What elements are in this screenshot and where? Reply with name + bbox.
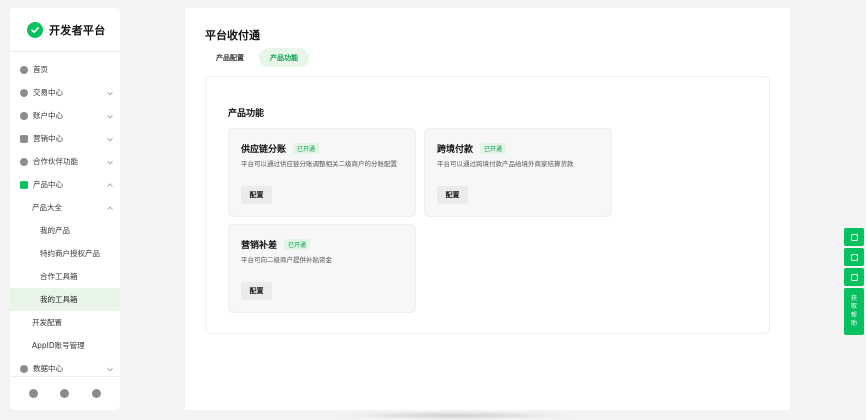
sidebar-item-partner[interactable]: 合作伙伴功能 bbox=[10, 150, 120, 173]
status-badge: 已开通 bbox=[293, 143, 320, 154]
chevron-down-icon bbox=[107, 365, 113, 371]
sidebar-item-label: 数据中心 bbox=[33, 364, 63, 373]
link-glyph bbox=[850, 233, 858, 241]
link-icon[interactable] bbox=[844, 228, 864, 246]
help-char: 取 bbox=[850, 303, 857, 310]
account-icon bbox=[20, 111, 28, 120]
sidebar-item-authorized-products[interactable]: 特约商户授权产品 bbox=[10, 242, 120, 265]
user-icon[interactable] bbox=[91, 389, 101, 398]
product-icon bbox=[20, 180, 28, 189]
help-char: 助 bbox=[850, 320, 857, 327]
marketing-icon bbox=[20, 134, 28, 143]
configure-button[interactable]: 配置 bbox=[437, 186, 468, 204]
sidebar-item-label: 账户中心 bbox=[33, 111, 63, 120]
sidebar-item-label: 开发配置 bbox=[32, 318, 62, 327]
sidebar-item-product[interactable]: 产品中心 bbox=[10, 173, 120, 196]
chat-icon[interactable] bbox=[29, 389, 39, 398]
bell-icon[interactable] bbox=[60, 389, 70, 398]
card-description: 平台可向二级商户提供补贴资金 bbox=[241, 256, 332, 264]
sidebar-item-label: 首页 bbox=[33, 65, 48, 74]
feature-card-marketing-subsidy: 营销补差 已开通 平台可向二级商户提供补贴资金 配置 bbox=[228, 224, 416, 313]
configure-button[interactable]: 配置 bbox=[241, 186, 272, 204]
floating-toolbar: 获 取 帮 助 bbox=[844, 228, 864, 335]
sidebar-item-label: 产品大全 bbox=[32, 203, 62, 212]
partner-icon bbox=[20, 157, 28, 166]
sidebar-footer bbox=[10, 376, 120, 410]
card-title-row: 跨境付款 已开通 bbox=[437, 142, 507, 155]
chevron-up-icon bbox=[107, 205, 113, 212]
sidebar-item-label: 交易中心 bbox=[33, 88, 63, 97]
card-title-row: 供应链分账 已开通 bbox=[241, 142, 320, 155]
home-icon bbox=[20, 65, 28, 74]
sidebar-item-label: 合作工具箱 bbox=[40, 272, 78, 281]
panel-title: 产品功能 bbox=[228, 109, 265, 119]
get-help-button[interactable]: 获 取 帮 助 bbox=[844, 288, 864, 335]
sidebar-item-label: 特约商户授权产品 bbox=[40, 249, 100, 258]
chevron-down-icon bbox=[107, 135, 113, 141]
card-description: 平台可以通过跨境付款产品给境外商家结算货款 bbox=[437, 160, 574, 168]
chevron-down-icon bbox=[107, 89, 113, 95]
chevron-up-icon bbox=[107, 182, 113, 189]
sidebar-item-label: 产品中心 bbox=[33, 180, 63, 189]
data-icon bbox=[20, 364, 28, 373]
page-title: 平台收付通 bbox=[205, 29, 260, 42]
sidebar: 开发者平台 首页 交易中心 账户中心 营销中心 合作伙伴功能 产品中心 产品大全… bbox=[10, 8, 120, 410]
sidebar-item-label: AppID账号管理 bbox=[32, 341, 85, 350]
card-title: 营销补差 bbox=[241, 241, 278, 251]
brand[interactable]: 开发者平台 bbox=[10, 8, 120, 52]
sidebar-item-appid[interactable]: AppID账号管理 bbox=[10, 334, 120, 357]
sidebar-item-partner-toolbox[interactable]: 合作工具箱 bbox=[10, 265, 120, 288]
sidebar-item-label: 我的产品 bbox=[40, 226, 70, 235]
card-title: 跨境付款 bbox=[437, 145, 474, 155]
sidebar-item-label: 我的工具箱 bbox=[40, 295, 78, 304]
download-glyph bbox=[850, 253, 858, 261]
card-title-row: 营销补差 已开通 bbox=[241, 238, 311, 251]
tab-bar: 产品配置 产品功能 bbox=[205, 48, 309, 67]
features-panel: 产品功能 供应链分账 已开通 平台可以通过供应链分账调整相关二级商户的分账配置 … bbox=[205, 76, 770, 334]
feature-card-cross-border: 跨境付款 已开通 平台可以通过跨境付款产品给境外商家结算货款 配置 bbox=[424, 128, 612, 217]
main-content: 平台收付通 产品配置 产品功能 产品功能 供应链分账 已开通 平台可以通过供应链… bbox=[185, 8, 790, 410]
sidebar-menu: 首页 交易中心 账户中心 营销中心 合作伙伴功能 产品中心 产品大全 我的产品 … bbox=[10, 52, 120, 380]
sidebar-item-marketing[interactable]: 营销中心 bbox=[10, 127, 120, 150]
sidebar-item-dev-config[interactable]: 开发配置 bbox=[10, 311, 120, 334]
help-char: 帮 bbox=[850, 311, 857, 319]
edit-glyph bbox=[850, 273, 858, 281]
wechat-pay-logo-icon bbox=[27, 21, 43, 38]
feature-card-supply-chain: 供应链分账 已开通 平台可以通过供应链分账调整相关二级商户的分账配置 配置 bbox=[228, 128, 416, 217]
sidebar-item-account[interactable]: 账户中心 bbox=[10, 104, 120, 127]
card-title: 供应链分账 bbox=[241, 145, 287, 155]
tab-product-config[interactable]: 产品配置 bbox=[205, 48, 255, 67]
sidebar-item-label: 合作伙伴功能 bbox=[33, 157, 78, 166]
sidebar-item-trade[interactable]: 交易中心 bbox=[10, 81, 120, 104]
brand-title: 开发者平台 bbox=[49, 23, 106, 37]
status-badge: 已开通 bbox=[480, 143, 507, 154]
status-badge: 已开通 bbox=[284, 239, 311, 250]
download-icon[interactable] bbox=[844, 248, 864, 266]
chevron-down-icon bbox=[107, 158, 113, 164]
sidebar-item-my-toolbox[interactable]: 我的工具箱 bbox=[10, 288, 120, 311]
help-char: 获 bbox=[850, 294, 857, 302]
card-description: 平台可以通过供应链分账调整相关二级商户的分账配置 bbox=[241, 160, 397, 168]
bottom-shadow bbox=[335, 411, 575, 420]
trade-icon bbox=[20, 88, 28, 97]
configure-button[interactable]: 配置 bbox=[241, 282, 272, 300]
chevron-down-icon bbox=[107, 112, 113, 118]
sidebar-item-label: 营销中心 bbox=[33, 134, 63, 143]
sidebar-item-product-catalog[interactable]: 产品大全 bbox=[10, 196, 120, 219]
edit-icon[interactable] bbox=[844, 268, 864, 286]
sidebar-item-home[interactable]: 首页 bbox=[10, 58, 120, 81]
sidebar-item-my-products[interactable]: 我的产品 bbox=[10, 219, 120, 242]
tab-product-features[interactable]: 产品功能 bbox=[259, 48, 309, 67]
